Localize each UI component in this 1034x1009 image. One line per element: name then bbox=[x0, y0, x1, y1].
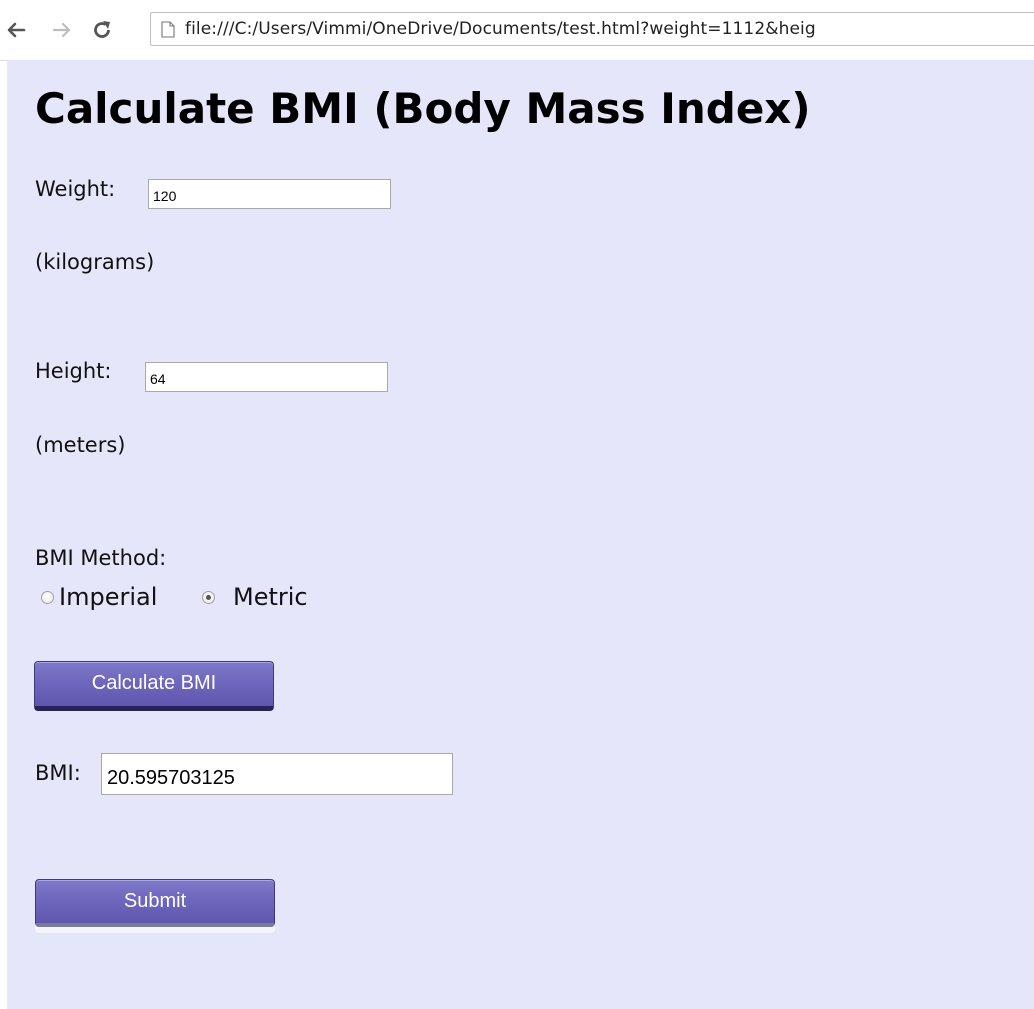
submit-button[interactable]: Submit bbox=[35, 879, 275, 927]
weight-unit-label: (kilograms) bbox=[35, 250, 155, 274]
height-input[interactable] bbox=[145, 362, 388, 392]
page-body: Calculate BMI (Body Mass Index) Weight: … bbox=[7, 60, 1034, 1009]
forward-arrow-icon[interactable] bbox=[50, 18, 74, 42]
calculate-bmi-button[interactable]: Calculate BMI bbox=[34, 661, 274, 711]
metric-radio[interactable] bbox=[202, 591, 215, 604]
bmi-result-field[interactable] bbox=[101, 753, 453, 795]
browser-toolbar: file:///C:/Users/Vimmi/OneDrive/Document… bbox=[0, 0, 1034, 61]
weight-input[interactable] bbox=[148, 179, 391, 209]
imperial-label[interactable]: Imperial bbox=[59, 583, 157, 611]
metric-label[interactable]: Metric bbox=[233, 583, 308, 611]
address-bar[interactable]: file:///C:/Users/Vimmi/OneDrive/Document… bbox=[150, 12, 1034, 46]
height-label: Height: bbox=[35, 359, 112, 383]
bmi-label: BMI: bbox=[35, 761, 81, 785]
bmi-method-label: BMI Method: bbox=[35, 546, 167, 570]
page-icon bbox=[161, 21, 175, 38]
back-arrow-icon[interactable] bbox=[4, 18, 28, 42]
weight-label: Weight: bbox=[35, 177, 116, 201]
height-unit-label: (meters) bbox=[35, 433, 126, 457]
page-title: Calculate BMI (Body Mass Index) bbox=[35, 84, 811, 133]
imperial-radio[interactable] bbox=[41, 591, 54, 604]
reload-icon[interactable] bbox=[90, 18, 114, 42]
url-text: file:///C:/Users/Vimmi/OneDrive/Document… bbox=[185, 19, 816, 39]
